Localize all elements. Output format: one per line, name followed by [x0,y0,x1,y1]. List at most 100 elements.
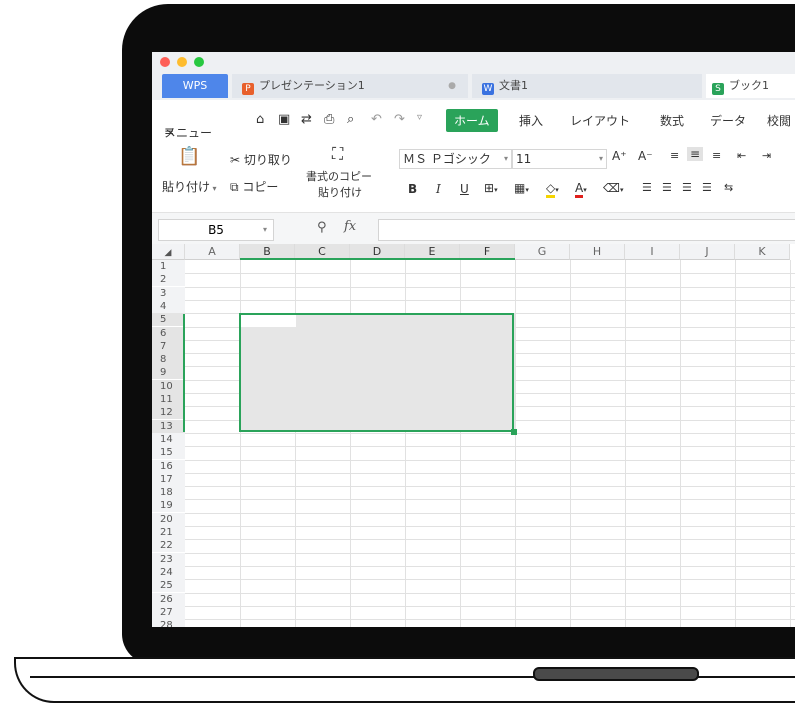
column-header-a[interactable]: A [185,244,240,260]
formula-bar: B5 ▾ ⚲ fx [152,212,795,245]
close-window-button[interactable] [160,57,170,67]
tab-home[interactable]: ホーム [446,109,498,132]
column-header-k[interactable]: K [735,244,790,260]
select-all-corner[interactable]: ◢ [152,244,185,260]
increase-font-icon[interactable]: A⁺ [612,149,627,163]
column-header-i[interactable]: I [625,244,680,260]
row-header-18[interactable]: 18 [152,486,185,500]
row-header-26[interactable]: 26 [152,592,185,606]
row-gridline [185,459,795,461]
tab-formula[interactable]: 数式 [660,112,684,129]
row-header-10[interactable]: 10 [152,379,185,393]
row-header-8[interactable]: 8 [152,353,185,367]
row-header-16[interactable]: 16 [152,459,185,473]
tab-presentation[interactable]: P プレゼンテーション1 ● [232,74,468,98]
italic-button[interactable]: I [436,182,441,196]
eraser-icon[interactable]: ⌫▾ [603,181,623,195]
formula-input[interactable] [378,219,795,241]
row-header-22[interactable]: 22 [152,539,185,553]
borders-icon[interactable]: ⊞▾ [484,181,498,195]
row-gridline [185,552,795,554]
name-box[interactable]: B5 ▾ [158,219,274,241]
underline-button[interactable]: U [460,182,469,196]
column-header-h[interactable]: H [570,244,625,260]
tab-spreadsheet[interactable]: S ブック1 [706,74,795,98]
undo-icon[interactable]: ↶ [371,112,382,127]
row-header-24[interactable]: 24 [152,565,185,579]
fill-color-icon[interactable]: ◇▾ [546,181,559,198]
row-header-27[interactable]: 27 [152,605,185,619]
clipboard-icon[interactable]: 📋 [178,146,200,167]
row-header-5[interactable]: 5 [152,313,185,327]
redo-icon[interactable]: ↷ [394,112,405,127]
row-header-15[interactable]: 15 [152,446,185,460]
cell-style-icon[interactable]: ▦▾ [514,181,529,195]
row-header-2[interactable]: 2 [152,273,185,287]
increase-indent-icon[interactable]: ⇥ [762,149,771,162]
print-preview-icon[interactable]: ⌕ [347,112,354,127]
zoom-window-button[interactable] [194,57,204,67]
fill-handle[interactable] [511,429,517,435]
quick-access-dropdown-icon[interactable]: ▿ [417,112,422,123]
align-left-icon[interactable]: ☰ [642,181,652,194]
tab-unsaved-dot-icon: ● [448,81,456,91]
row-header-12[interactable]: 12 [152,406,185,420]
cell-reference: B5 [208,223,224,237]
column-header-g[interactable]: G [515,244,570,260]
decrease-indent-icon[interactable]: ⇤ [737,149,746,162]
row-header-9[interactable]: 9 [152,366,185,380]
row-header-13[interactable]: 13 [152,419,185,433]
column-header-j[interactable]: J [680,244,735,260]
row-header-28[interactable]: 28 [152,619,185,627]
row-header-11[interactable]: 11 [152,393,185,406]
tab-writer[interactable]: W 文書1 [472,74,702,98]
minimize-window-button[interactable] [177,57,187,67]
row-header-17[interactable]: 17 [152,472,185,486]
font-name-select[interactable]: ＭＳ Ｐゴシック ▾ [399,149,512,169]
format-painter-label[interactable]: 書式のコピー [306,168,372,184]
row-header-6[interactable]: 6 [152,326,185,340]
paste-button[interactable]: 貼り付け ▾ [162,178,217,195]
save-icon[interactable]: ▣ [278,112,290,127]
tab-insert[interactable]: 挿入 [519,112,543,129]
copy-button[interactable]: ⧉ コピー [230,178,278,195]
decrease-font-icon[interactable]: A⁻ [638,149,653,163]
tab-wps-home[interactable]: WPS [162,74,228,98]
tab-data[interactable]: データ [710,112,746,129]
spreadsheet-icon: S [712,83,724,95]
export-icon[interactable]: ⇄ [301,112,312,127]
font-color-icon[interactable]: A▾ [575,181,587,198]
align-bottom-icon[interactable]: ≡ [712,149,721,162]
row-header-20[interactable]: 20 [152,512,185,526]
fx-icon[interactable]: fx [344,219,356,234]
row-header-19[interactable]: 19 [152,499,185,513]
zoom-formula-icon[interactable]: ⚲ [317,220,327,235]
row-header-25[interactable]: 25 [152,579,185,593]
ribbon-home: 📋 貼り付け ▾ ✂ 切り取り ⧉ コピー ⛶ 書式のコピー 貼り付け ＭＳ Ｐ… [152,140,795,212]
align-top-icon[interactable]: ≡ [670,149,679,162]
row-header-1[interactable]: 1 [152,260,185,273]
align-right-icon[interactable]: ☰ [682,181,692,194]
bold-button[interactable]: B [408,182,417,196]
spreadsheet-grid[interactable]: ◢ ABCDEFGHIJK 1 2 3 4 5 6 7 8 9 10 11 12 13 14 15 16 17 1… [152,244,795,627]
font-size-select[interactable]: 11 ▾ [512,149,607,169]
print-icon[interactable]: ⎙ [324,112,334,127]
row-header-4[interactable]: 4 [152,299,185,313]
align-center-icon[interactable]: ☰ [662,181,672,194]
row-gridline [185,286,795,288]
align-middle-icon[interactable]: ≡ [687,147,704,161]
row-header-23[interactable]: 23 [152,552,185,566]
app-window: WPS P プレゼンテーション1 ● W 文書1 S ブック1 ≡ メニュー ⌂ ▣ … [152,52,795,627]
wrap-text-icon[interactable]: ⇆ [724,181,733,194]
row-header-21[interactable]: 21 [152,526,185,539]
presentation-icon: P [242,83,254,95]
tab-layout[interactable]: レイアウト [570,112,630,129]
format-painter-icon[interactable]: ⛶ [332,144,343,164]
row-header-14[interactable]: 14 [152,432,185,446]
justify-icon[interactable]: ☰ [702,181,712,194]
row-header-3[interactable]: 3 [152,286,185,300]
open-folder-icon[interactable]: ⌂ [256,112,264,127]
row-header-7[interactable]: 7 [152,339,185,353]
cut-button[interactable]: ✂ 切り取り [230,151,292,168]
tab-review[interactable]: 校閲 [767,112,791,129]
